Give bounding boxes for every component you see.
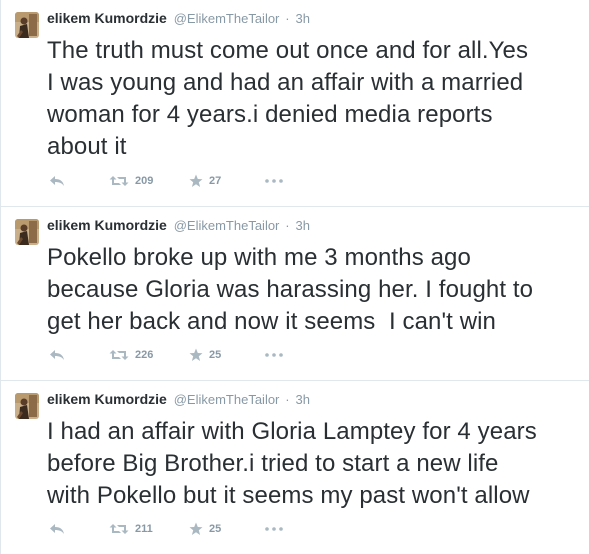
reply-button[interactable] — [49, 346, 65, 364]
author-handle[interactable]: @ElikemTheTailor — [174, 11, 280, 26]
timestamp[interactable]: 3h — [296, 11, 310, 26]
tweet-text-line: because Gloria was harassing her. I foug… — [47, 276, 534, 303]
retweet-button[interactable]: 209 — [109, 172, 153, 190]
reply-icon — [50, 176, 64, 186]
star-icon — [189, 348, 203, 361]
tweet-actions: 211 25 — [47, 520, 347, 538]
reply-button[interactable] — [49, 520, 65, 538]
favorite-count: 25 — [209, 349, 222, 361]
tweet-text-line: I was young and had an affair with a mar… — [47, 69, 524, 96]
author-name[interactable]: elikem Kumordzie — [47, 391, 167, 407]
favorite-button[interactable]: 25 — [189, 346, 221, 364]
tweet-text: Pokello broke up with me 3 months ago be… — [47, 242, 587, 338]
retweet-icon — [109, 176, 129, 186]
star-icon — [189, 174, 203, 187]
ellipsis-icon — [265, 353, 283, 357]
reply-button[interactable] — [49, 172, 65, 190]
author-name[interactable]: elikem Kumordzie — [47, 217, 167, 233]
ellipsis-icon — [265, 527, 283, 531]
timestamp[interactable]: 3h — [296, 218, 310, 233]
ellipsis-icon — [265, 179, 283, 183]
avatar[interactable] — [15, 393, 39, 419]
separator: · — [285, 392, 290, 407]
favorite-button[interactable]: 25 — [189, 520, 221, 538]
avatar[interactable] — [15, 12, 39, 38]
tweet-text-line: I had an affair with Gloria Lamptey for … — [47, 418, 537, 445]
retweet-count: 211 — [135, 523, 153, 535]
favorite-button[interactable]: 27 — [189, 172, 221, 190]
retweet-count: 226 — [135, 349, 154, 361]
retweet-icon — [109, 350, 129, 360]
avatar[interactable] — [15, 219, 39, 245]
tweet-text-line: The truth must come out once and for all… — [47, 37, 529, 64]
separator: · — [285, 11, 290, 26]
tweet-text: I had an affair with Gloria Lamptey for … — [47, 416, 587, 512]
tweet-header: elikem Kumordzie @ElikemTheTailor · 3h — [47, 9, 310, 28]
tweet[interactable]: elikem Kumordzie @ElikemTheTailor · 3h T… — [1, 0, 589, 207]
tweet[interactable]: elikem Kumordzie @ElikemTheTailor · 3h P… — [1, 207, 589, 381]
tweet-text-line: about it — [47, 133, 127, 160]
star-icon — [189, 522, 203, 535]
tweet-text-line: Pokello broke up with me 3 months ago — [47, 244, 471, 271]
author-name[interactable]: elikem Kumordzie — [47, 10, 167, 26]
retweet-button[interactable]: 211 — [109, 520, 153, 538]
reply-icon — [50, 524, 64, 534]
reply-icon — [50, 350, 64, 360]
favorite-count: 27 — [209, 175, 222, 187]
tweet-header: elikem Kumordzie @ElikemTheTailor · 3h — [47, 390, 310, 409]
favorite-count: 25 — [209, 523, 222, 535]
retweet-button[interactable]: 226 — [109, 346, 153, 364]
more-button[interactable] — [265, 346, 283, 364]
tweet-text: The truth must come out once and for all… — [47, 35, 587, 163]
retweet-icon — [109, 524, 129, 534]
tweet-actions: 226 25 — [47, 346, 347, 364]
separator: · — [285, 218, 290, 233]
timestamp[interactable]: 3h — [296, 392, 310, 407]
tweet-actions: 209 27 — [47, 172, 347, 190]
tweet-text-line: woman for 4 years.i denied media reports — [47, 101, 493, 128]
retweet-count: 209 — [135, 175, 154, 187]
tweet-text-line: before Big Brother.i tried to start a ne… — [47, 450, 499, 477]
tweet-text-line: get her back and now it seems I can't wi… — [47, 308, 497, 335]
tweet-header: elikem Kumordzie @ElikemTheTailor · 3h — [47, 216, 310, 235]
author-handle[interactable]: @ElikemTheTailor — [174, 218, 280, 233]
more-button[interactable] — [265, 520, 283, 538]
tweet-timeline: elikem Kumordzie @ElikemTheTailor · 3h T… — [0, 0, 589, 554]
tweet[interactable]: elikem Kumordzie @ElikemTheTailor · 3h I… — [1, 381, 589, 554]
more-button[interactable] — [265, 172, 283, 190]
author-handle[interactable]: @ElikemTheTailor — [174, 392, 280, 407]
tweet-text-line: with Pokello but it seems my past won't … — [47, 482, 530, 509]
